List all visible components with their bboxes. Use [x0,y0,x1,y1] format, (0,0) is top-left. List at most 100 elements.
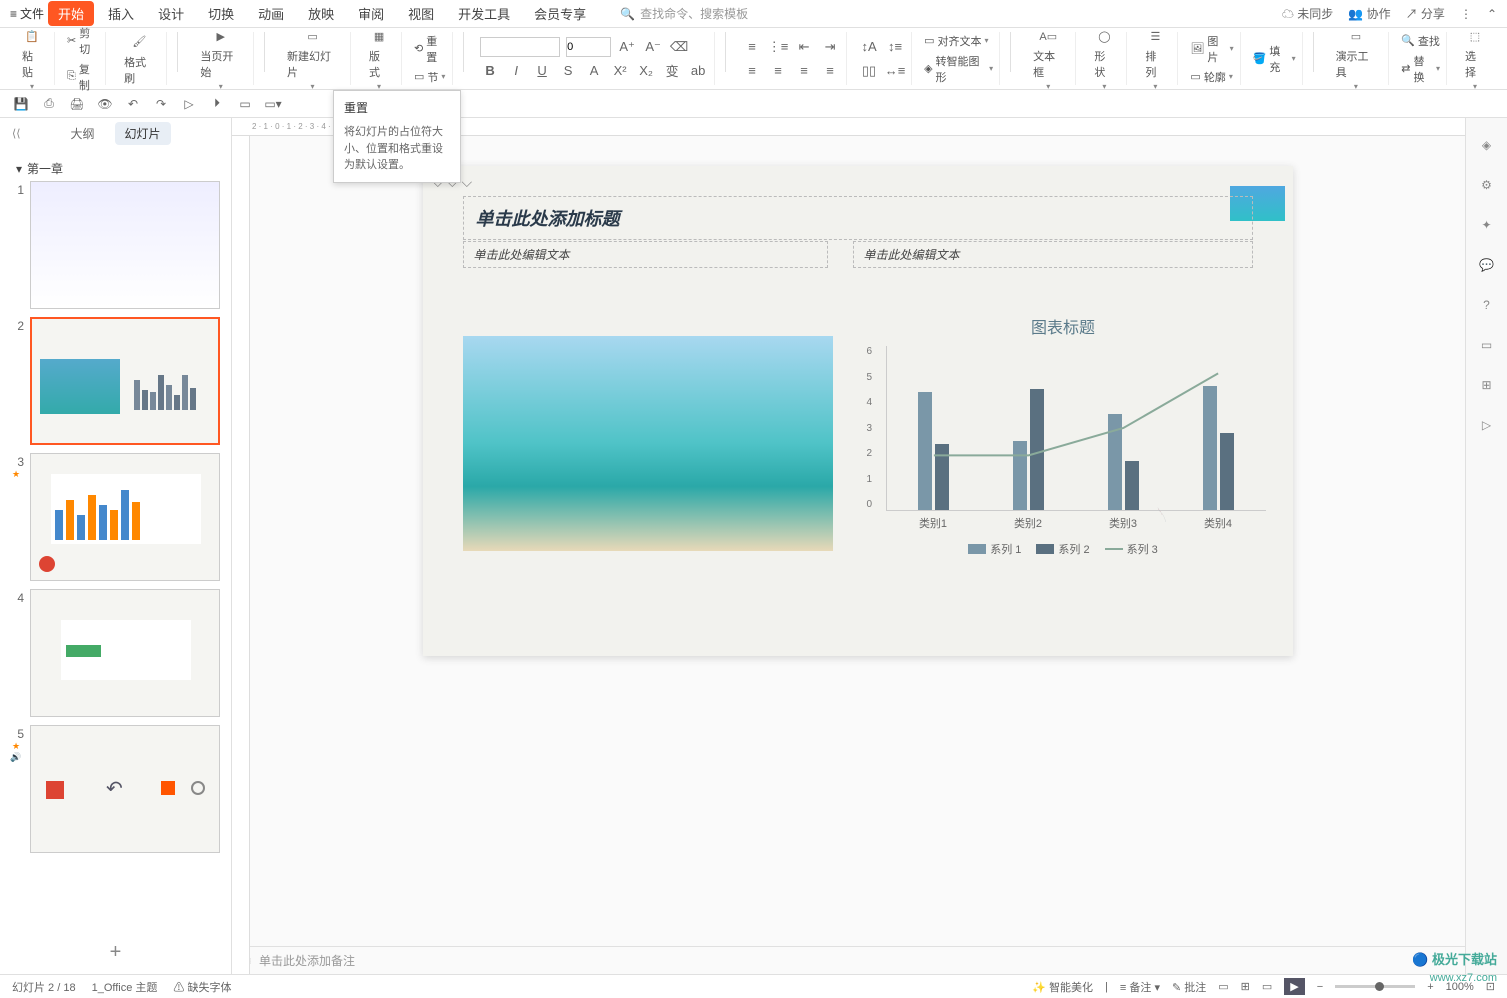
preview-icon[interactable]: 👁 [96,95,114,113]
present-icon[interactable]: ▷ [1476,414,1498,436]
text-placeholder-right[interactable]: 单击此处编辑文本 [853,241,1253,268]
undo-icon[interactable]: ↶ [124,95,142,113]
tab-insert[interactable]: 插入 [98,1,144,26]
template-icon[interactable]: ▭ [1476,334,1498,356]
sync-status[interactable]: ☁ 未同步 [1282,5,1333,22]
line-spacing-button[interactable]: ↕≡ [885,37,905,57]
align-center-button[interactable]: ≡ [768,61,788,81]
tab-design[interactable]: 设计 [148,1,194,26]
save-icon[interactable]: 💾 [12,95,30,113]
view-slideshow-icon[interactable]: ▶ [1284,978,1304,995]
outline-button[interactable]: ▭轮廓▾ [1190,69,1233,85]
tab-dev[interactable]: 开发工具 [448,1,520,26]
tab-review[interactable]: 审阅 [348,1,394,26]
smart-shape-button[interactable]: ◈转智能图形▾ [924,53,993,85]
align-text-button[interactable]: ▭对齐文本▾ [924,33,993,49]
paste-button[interactable]: 📋 粘贴▾ [16,24,48,93]
font-family-select[interactable] [480,37,560,57]
align-left-button[interactable]: ≡ [742,61,762,81]
format-painter-button[interactable]: 🖌 格式刷 [118,30,160,88]
tab-transition[interactable]: 切换 [198,1,244,26]
zoom-out-button[interactable]: − [1317,981,1323,993]
from-current-button[interactable]: ▶ 当页开始▾ [194,24,247,93]
underline-button[interactable]: U [532,61,552,81]
slide-thumbnail-5[interactable]: ↶ [30,725,220,853]
picture-button[interactable]: 🖼图片▾ [1190,33,1233,65]
collab-button[interactable]: 👥 协作 [1348,5,1390,22]
slide-canvas[interactable]: ⌵ ⌵ ⌵ 单击此处添加标题 单击此处编辑文本 单击此处编辑文本 图表标题 01… [423,166,1293,656]
chapter-header[interactable]: ▾ 第一章 [8,156,223,181]
bullets-button[interactable]: ≡ [742,37,762,57]
arrange-button[interactable]: ☰ 排列▾ [1139,24,1171,93]
sliders-icon[interactable]: ⚙ [1476,174,1498,196]
increase-font-icon[interactable]: A⁺ [617,37,637,57]
section-button[interactable]: ▭节▾ [414,69,446,85]
missing-font[interactable]: ⚠ 缺失字体 [173,979,231,995]
slide-image[interactable] [463,336,833,551]
help-icon[interactable]: ? [1476,294,1498,316]
smart-beautify-button[interactable]: ✨ 智能美化 [1032,979,1093,995]
print-icon[interactable]: 🖨 [68,95,86,113]
replace-button[interactable]: ⇄替换▾ [1401,53,1440,85]
share-button[interactable]: ↗ 分享 [1406,5,1445,22]
sparkle-icon[interactable]: ✦ [1476,214,1498,236]
align-right-button[interactable]: ≡ [794,61,814,81]
text-box-button[interactable]: A▭ 文本框▾ [1027,24,1069,93]
file-menu[interactable]: ≡ 文件 [10,5,44,22]
find-button[interactable]: 🔍查找 [1401,33,1440,49]
export-icon[interactable]: ⎙ [40,95,58,113]
decrease-indent-button[interactable]: ⇤ [794,37,814,57]
chat-icon[interactable]: 💬 [1476,254,1498,276]
demo-tools-button[interactable]: ▭ 演示工具▾ [1330,24,1383,93]
tab-animation[interactable]: 动画 [248,1,294,26]
slide-thumbnail-4[interactable] [30,589,220,717]
tab-home[interactable]: 开始 [48,1,94,26]
slides-tab[interactable]: 幻灯片 [115,122,171,145]
tab-view[interactable]: 视图 [398,1,444,26]
more-qa-icon[interactable]: ▭▾ [264,95,282,113]
clear-format-icon[interactable]: ⌫ [669,37,689,57]
share-qa-icon[interactable]: ▭ [236,95,254,113]
view-sorter-icon[interactable]: ⊞ [1241,980,1250,993]
fill-button[interactable]: 🪣填充▾ [1253,43,1296,75]
new-slide-button[interactable]: ▭ 新建幻灯片▾ [281,24,344,93]
select-button[interactable]: ⬚ 选择▾ [1459,24,1491,93]
add-slide-button[interactable]: + [0,931,231,974]
view-reading-icon[interactable]: ▭ [1262,980,1272,993]
reset-button[interactable]: ⟲重置 [414,33,446,65]
diamond-icon[interactable]: ◈ [1476,134,1498,156]
font-color-button[interactable]: A [584,61,604,81]
redo-icon[interactable]: ↷ [152,95,170,113]
theme-name[interactable]: 1_Office 主题 [92,979,158,995]
text-direction-button[interactable]: ↕A [859,37,879,57]
play-begin-icon[interactable]: ⏵ [208,95,226,113]
view-normal-icon[interactable]: ▭ [1218,980,1228,993]
font-size-select[interactable] [566,37,611,57]
layout-button[interactable]: ▦ 版式▾ [363,24,395,93]
collapse-panel-icon[interactable]: ⟨⟨ [12,127,21,140]
copy-button[interactable]: ⎘复制 [67,61,99,93]
zoom-slider[interactable] [1335,985,1415,988]
slide-thumbnail-3[interactable] [30,453,220,581]
review-button[interactable]: ✎ 批注 [1172,979,1206,995]
decrease-font-icon[interactable]: A⁻ [643,37,663,57]
change-case-button[interactable]: 变 [662,61,682,81]
play-current-icon[interactable]: ▷ [180,95,198,113]
strikethrough-button[interactable]: S [558,61,578,81]
bold-button[interactable]: B [480,61,500,81]
tab-member[interactable]: 会员专享 [524,1,596,26]
text-placeholder-left[interactable]: 单击此处编辑文本 [463,241,828,268]
more-icon[interactable]: ⋮ [1460,7,1472,21]
numbering-button[interactable]: ⋮≡ [768,37,788,57]
notes-button[interactable]: ≡ 备注 ▾ [1120,979,1160,995]
columns-button[interactable]: ▯▯ [859,61,879,81]
outline-tab[interactable]: 大纲 [60,122,104,145]
spacing-button[interactable]: ↔≡ [885,61,905,81]
justify-button[interactable]: ≡ [820,61,840,81]
italic-button[interactable]: I [506,61,526,81]
cut-button[interactable]: ✂剪切 [67,25,99,57]
resource-icon[interactable]: ⊞ [1476,374,1498,396]
notes-placeholder[interactable]: 单击此处添加备注 [259,952,355,969]
highlight-button[interactable]: ab [688,61,708,81]
tab-slideshow[interactable]: 放映 [298,1,344,26]
